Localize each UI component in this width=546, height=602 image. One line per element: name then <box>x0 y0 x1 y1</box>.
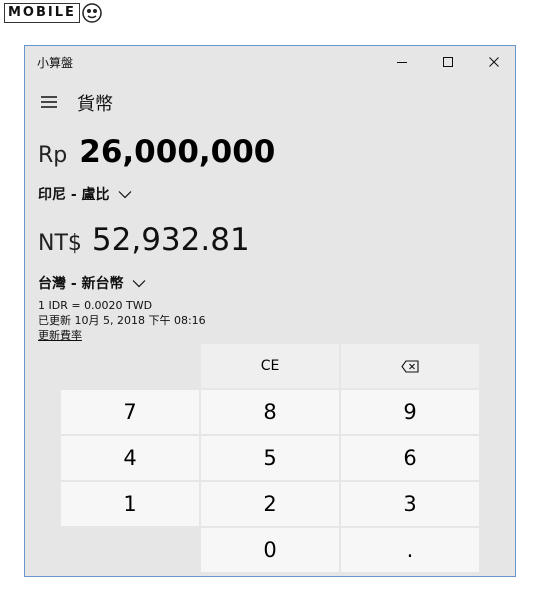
title-bar[interactable]: 小算盤 <box>25 46 515 78</box>
from-amount-display[interactable]: Rp 26,000,000 <box>38 134 275 174</box>
minimize-icon <box>397 62 407 63</box>
from-amount-value: 26,000,000 <box>79 134 276 170</box>
from-currency-label: 印尼 - 盧比 <box>38 187 110 203</box>
close-icon <box>489 57 499 67</box>
window-title: 小算盤 <box>37 56 74 70</box>
to-amount-display[interactable]: NT$ 52,932.81 <box>38 222 250 262</box>
digit-7-button[interactable]: 7 <box>61 390 199 434</box>
chevron-down-icon <box>118 190 132 199</box>
to-currency-label: 台灣 - 新台幣 <box>38 276 124 292</box>
digit-3-button[interactable]: 3 <box>341 482 479 526</box>
to-amount-value: 52,932.81 <box>91 222 250 258</box>
watermark-logo: MOBILE <box>4 2 103 24</box>
exchange-rate-info: 1 IDR = 0.0020 TWD 已更新 10月 5, 2018 下午 08… <box>38 298 206 343</box>
keypad: CE 7 8 9 4 5 6 1 2 3 0 . <box>61 344 483 572</box>
backspace-icon <box>401 359 419 373</box>
navigation-menu-button[interactable] <box>39 92 59 112</box>
hamburger-icon <box>41 96 57 108</box>
clear-entry-button[interactable]: CE <box>201 344 339 388</box>
mode-title: 貨幣 <box>77 94 113 115</box>
digit-8-button[interactable]: 8 <box>201 390 339 434</box>
watermark-text: MOBILE <box>4 3 80 23</box>
digit-0-button[interactable]: 0 <box>201 528 339 572</box>
from-currency-dropdown[interactable]: 印尼 - 盧比 <box>38 183 132 205</box>
from-currency-symbol: Rp <box>38 143 68 168</box>
maximize-button[interactable] <box>425 46 471 78</box>
decimal-point-button[interactable]: . <box>341 528 479 572</box>
close-button[interactable] <box>471 46 515 78</box>
calculator-window: 小算盤 貨幣 Rp 26,000,000 印尼 - 盧比 NT$ 52,932.… <box>24 45 516 577</box>
to-currency-symbol: NT$ <box>38 231 82 256</box>
maximize-icon <box>443 57 453 67</box>
digit-1-button[interactable]: 1 <box>61 482 199 526</box>
backspace-button[interactable] <box>341 344 479 388</box>
digit-5-button[interactable]: 5 <box>201 436 339 480</box>
digit-4-button[interactable]: 4 <box>61 436 199 480</box>
digit-2-button[interactable]: 2 <box>201 482 339 526</box>
to-currency-dropdown[interactable]: 台灣 - 新台幣 <box>38 272 146 294</box>
exchange-rate-text: 1 IDR = 0.0020 TWD <box>38 299 153 312</box>
last-updated-text: 已更新 10月 5, 2018 下午 08:16 <box>38 314 206 327</box>
mascot-icon <box>82 3 102 23</box>
update-rates-link[interactable]: 更新費率 <box>38 328 206 343</box>
digit-9-button[interactable]: 9 <box>341 390 479 434</box>
digit-6-button[interactable]: 6 <box>341 436 479 480</box>
chevron-down-icon <box>132 279 146 288</box>
minimize-button[interactable] <box>379 46 425 78</box>
app-header: 貨幣 <box>25 86 515 118</box>
